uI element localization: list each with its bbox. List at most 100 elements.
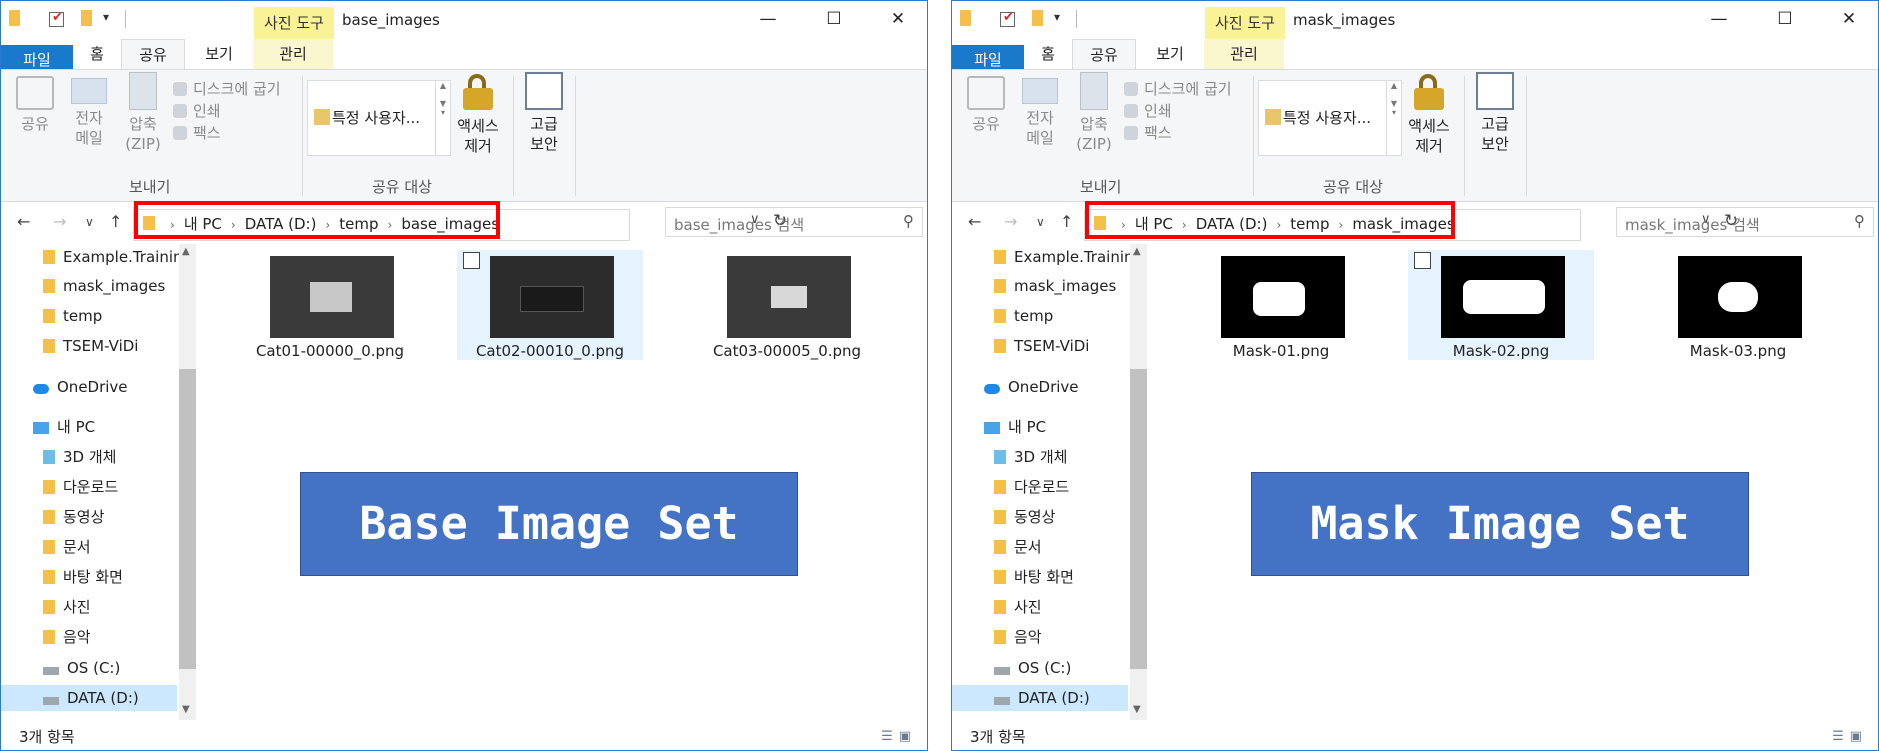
sidebar-item-tsem-vidi[interactable]: TSEM-ViDi	[994, 333, 1089, 359]
sidebar-item-os-c[interactable]: OS (C:)	[994, 655, 1071, 681]
print-button[interactable]: 인쇄	[173, 100, 221, 121]
remove-access-button[interactable]: 액세스 제거	[1404, 70, 1454, 156]
sidebar-item-onedrive[interactable]: OneDrive	[984, 374, 1079, 400]
tab-view[interactable]: 보기	[1136, 39, 1204, 69]
tab-home[interactable]: 홈	[73, 39, 121, 69]
tab-manage[interactable]: 관리	[253, 39, 333, 69]
scrollbar-thumb[interactable]	[1130, 369, 1147, 669]
properties-icon[interactable]: ✔	[49, 10, 64, 27]
sidebar-item-music[interactable]: 음악	[43, 624, 91, 650]
tab-share[interactable]: 공유	[1072, 39, 1136, 70]
sidebar-item-os-c[interactable]: OS (C:)	[43, 655, 120, 681]
sidebar-item-3d-objects[interactable]: 3D 개체	[994, 444, 1067, 470]
sidebar-item-this-pc[interactable]: 내 PC	[33, 414, 95, 440]
share-with-item[interactable]: 특정 사용자...	[314, 107, 420, 128]
file-item[interactable]: Mask-01.png	[1188, 250, 1374, 360]
tool-tab-label[interactable]: 사진 도구	[1205, 7, 1285, 39]
scroll-down-icon[interactable]: ▼	[182, 704, 190, 715]
sidebar-item-temp[interactable]: temp	[43, 303, 102, 329]
scroll-down-icon[interactable]: ▼	[1133, 704, 1141, 715]
sidebar-item-example-training[interactable]: Example.Training	[43, 244, 179, 270]
back-icon[interactable]: ←	[968, 212, 981, 231]
search-icon[interactable]: ⚲	[903, 212, 914, 230]
minimize-button[interactable]: —	[1704, 9, 1734, 29]
zip-button[interactable]: 압축 (ZIP)	[1072, 72, 1116, 154]
search-input[interactable]: mask_images 검색 ⚲	[1616, 207, 1874, 237]
forward-icon[interactable]: →	[53, 212, 66, 231]
sidebar-item-downloads[interactable]: 다운로드	[994, 474, 1069, 500]
print-button[interactable]: 인쇄	[1124, 100, 1172, 121]
scroll-up-icon[interactable]: ▲	[1133, 246, 1141, 257]
forward-icon[interactable]: →	[1004, 212, 1017, 231]
up-icon[interactable]: ↑	[109, 212, 122, 231]
fax-button[interactable]: 팩스	[1124, 122, 1172, 143]
sidebar-item-temp[interactable]: temp	[994, 303, 1053, 329]
close-button[interactable]: ✕	[883, 9, 913, 29]
scroll-up-icon[interactable]: ▲	[182, 246, 190, 257]
recent-dropdown-icon[interactable]: ∨	[1036, 215, 1045, 229]
back-icon[interactable]: ←	[17, 212, 30, 231]
remove-access-button[interactable]: 액세스 제거	[453, 70, 503, 156]
tab-view[interactable]: 보기	[185, 39, 253, 69]
sidebar-item-data-d[interactable]: DATA (D:)	[952, 685, 1128, 711]
burn-disc-button[interactable]: 디스크에 굽기	[1124, 78, 1232, 99]
share-with-list[interactable]: 특정 사용자... ▲ ▼ ▾	[307, 80, 451, 156]
search-input[interactable]: base_images 검색 ⚲	[665, 207, 923, 237]
sidebar-item-music[interactable]: 음악	[994, 624, 1042, 650]
file-item[interactable]: Mask-03.png	[1645, 250, 1831, 360]
select-checkbox[interactable]	[1414, 252, 1431, 269]
tool-tab-label[interactable]: 사진 도구	[254, 7, 334, 39]
sidebar-item-this-pc[interactable]: 내 PC	[984, 414, 1046, 440]
email-button[interactable]: 전자 메일	[1020, 78, 1060, 148]
sidebar-item-documents[interactable]: 문서	[43, 534, 91, 560]
sidebar-item-data-d[interactable]: DATA (D:)	[1, 685, 177, 711]
sidebar-scrollbar[interactable]: ▲ ▼	[1130, 244, 1147, 720]
email-button[interactable]: 전자 메일	[69, 78, 109, 148]
advanced-security-button[interactable]: 고급 보안	[1472, 72, 1518, 154]
quick-access-dropdown-icon[interactable]: ▾	[1054, 10, 1060, 24]
view-mode-icons[interactable]: ☰▣	[881, 729, 917, 744]
file-item[interactable]: Cat02-00010_0.png	[457, 250, 643, 360]
sidebar-item-pictures[interactable]: 사진	[43, 594, 91, 620]
new-folder-icon[interactable]	[81, 10, 92, 26]
new-folder-icon[interactable]	[1032, 10, 1043, 26]
sidebar-item-tsem-vidi[interactable]: TSEM-ViDi	[43, 333, 138, 359]
sidebar-item-example-training[interactable]: Example.Training	[994, 244, 1130, 270]
share-button[interactable]: 공유	[966, 76, 1006, 134]
properties-icon[interactable]: ✔	[1000, 10, 1015, 27]
tab-share[interactable]: 공유	[121, 39, 185, 70]
search-icon[interactable]: ⚲	[1854, 212, 1865, 230]
select-checkbox[interactable]	[463, 252, 480, 269]
sidebar-item-onedrive[interactable]: OneDrive	[33, 374, 128, 400]
sidebar-item-videos[interactable]: 동영상	[43, 504, 104, 530]
share-with-list[interactable]: 특정 사용자... ▲ ▼ ▾	[1258, 80, 1402, 156]
view-mode-icons[interactable]: ☰▣	[1832, 729, 1868, 744]
share-with-item[interactable]: 특정 사용자...	[1265, 107, 1371, 128]
sidebar-item-documents[interactable]: 문서	[994, 534, 1042, 560]
maximize-button[interactable]: ☐	[819, 9, 849, 29]
quick-access-dropdown-icon[interactable]: ▾	[103, 10, 109, 24]
sidebar-item-desktop[interactable]: 바탕 화면	[994, 564, 1074, 590]
sidebar-item-mask-images[interactable]: mask_images	[994, 273, 1116, 299]
sidebar-item-videos[interactable]: 동영상	[994, 504, 1055, 530]
share-button[interactable]: 공유	[15, 76, 55, 134]
close-button[interactable]: ✕	[1834, 9, 1864, 29]
maximize-button[interactable]: ☐	[1770, 9, 1800, 29]
share-list-scroll[interactable]: ▲ ▼ ▾	[1386, 81, 1401, 155]
file-item[interactable]: Cat01-00000_0.png	[237, 250, 423, 360]
sidebar-item-3d-objects[interactable]: 3D 개체	[43, 444, 116, 470]
minimize-button[interactable]: —	[753, 9, 783, 29]
up-icon[interactable]: ↑	[1060, 212, 1073, 231]
fax-button[interactable]: 팩스	[173, 122, 221, 143]
advanced-security-button[interactable]: 고급 보안	[521, 72, 567, 154]
sidebar-item-pictures[interactable]: 사진	[994, 594, 1042, 620]
scrollbar-thumb[interactable]	[179, 369, 196, 669]
recent-dropdown-icon[interactable]: ∨	[85, 215, 94, 229]
sidebar-item-downloads[interactable]: 다운로드	[43, 474, 118, 500]
tab-manage[interactable]: 관리	[1204, 39, 1284, 69]
share-list-scroll[interactable]: ▲ ▼ ▾	[435, 81, 450, 155]
file-item[interactable]: Cat03-00005_0.png	[694, 250, 880, 360]
sidebar-item-mask-images[interactable]: mask_images	[43, 273, 165, 299]
burn-disc-button[interactable]: 디스크에 굽기	[173, 78, 281, 99]
sidebar-scrollbar[interactable]: ▲ ▼	[179, 244, 196, 720]
